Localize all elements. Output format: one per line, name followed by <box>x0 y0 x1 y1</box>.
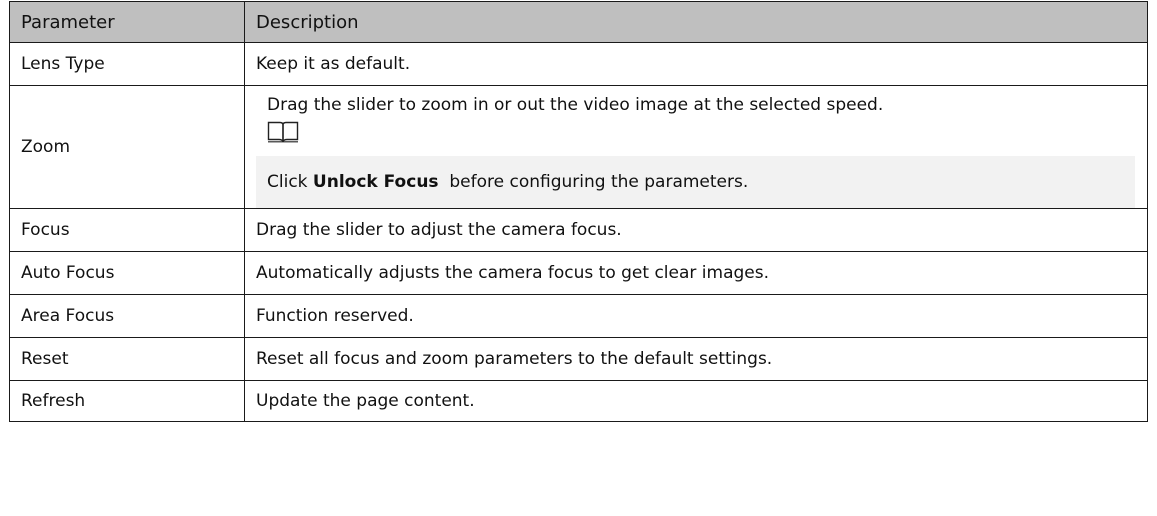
description-cell: Keep it as default. <box>244 42 1148 86</box>
table-row: Focus Drag the slider to adjust the came… <box>9 208 1148 252</box>
book-icon <box>267 121 299 143</box>
parameter-cell: Lens Type <box>9 42 245 86</box>
table-row: Auto Focus Automatically adjusts the cam… <box>9 251 1148 295</box>
table-row: Reset Reset all focus and zoom parameter… <box>9 337 1148 381</box>
note-box: Click Unlock Focus before configuring th… <box>256 156 1135 208</box>
description-cell: Drag the slider to zoom in or out the vi… <box>244 85 1148 209</box>
table-row: Zoom Drag the slider to zoom in or out t… <box>9 85 1148 209</box>
parameter-cell: Area Focus <box>9 294 245 338</box>
note-text: Click Unlock Focus before configuring th… <box>267 172 749 192</box>
description-cell: Function reserved. <box>244 294 1148 338</box>
description-cell: Reset all focus and zoom parameters to t… <box>244 337 1148 381</box>
description-cell: Automatically adjusts the camera focus t… <box>244 251 1148 295</box>
table-row: Area Focus Function reserved. <box>9 294 1148 338</box>
parameter-table: Parameter Description Lens Type Keep it … <box>9 1 1148 422</box>
parameter-cell: Refresh <box>9 380 245 422</box>
header-description: Description <box>244 1 1148 43</box>
table-row: Lens Type Keep it as default. <box>9 42 1148 86</box>
table-row: Refresh Update the page content. <box>9 380 1148 422</box>
parameter-cell: Focus <box>9 208 245 252</box>
unlock-focus-label: Unlock Focus <box>312 172 439 192</box>
parameter-cell: Zoom <box>9 85 245 209</box>
parameter-cell: Reset <box>9 337 245 381</box>
parameter-cell: Auto Focus <box>9 251 245 295</box>
description-cell: Update the page content. <box>244 380 1148 422</box>
description-text: Drag the slider to zoom in or out the vi… <box>267 95 884 115</box>
table-header-row: Parameter Description <box>9 1 1148 43</box>
header-parameter: Parameter <box>9 1 245 43</box>
description-cell: Drag the slider to adjust the camera foc… <box>244 208 1148 252</box>
